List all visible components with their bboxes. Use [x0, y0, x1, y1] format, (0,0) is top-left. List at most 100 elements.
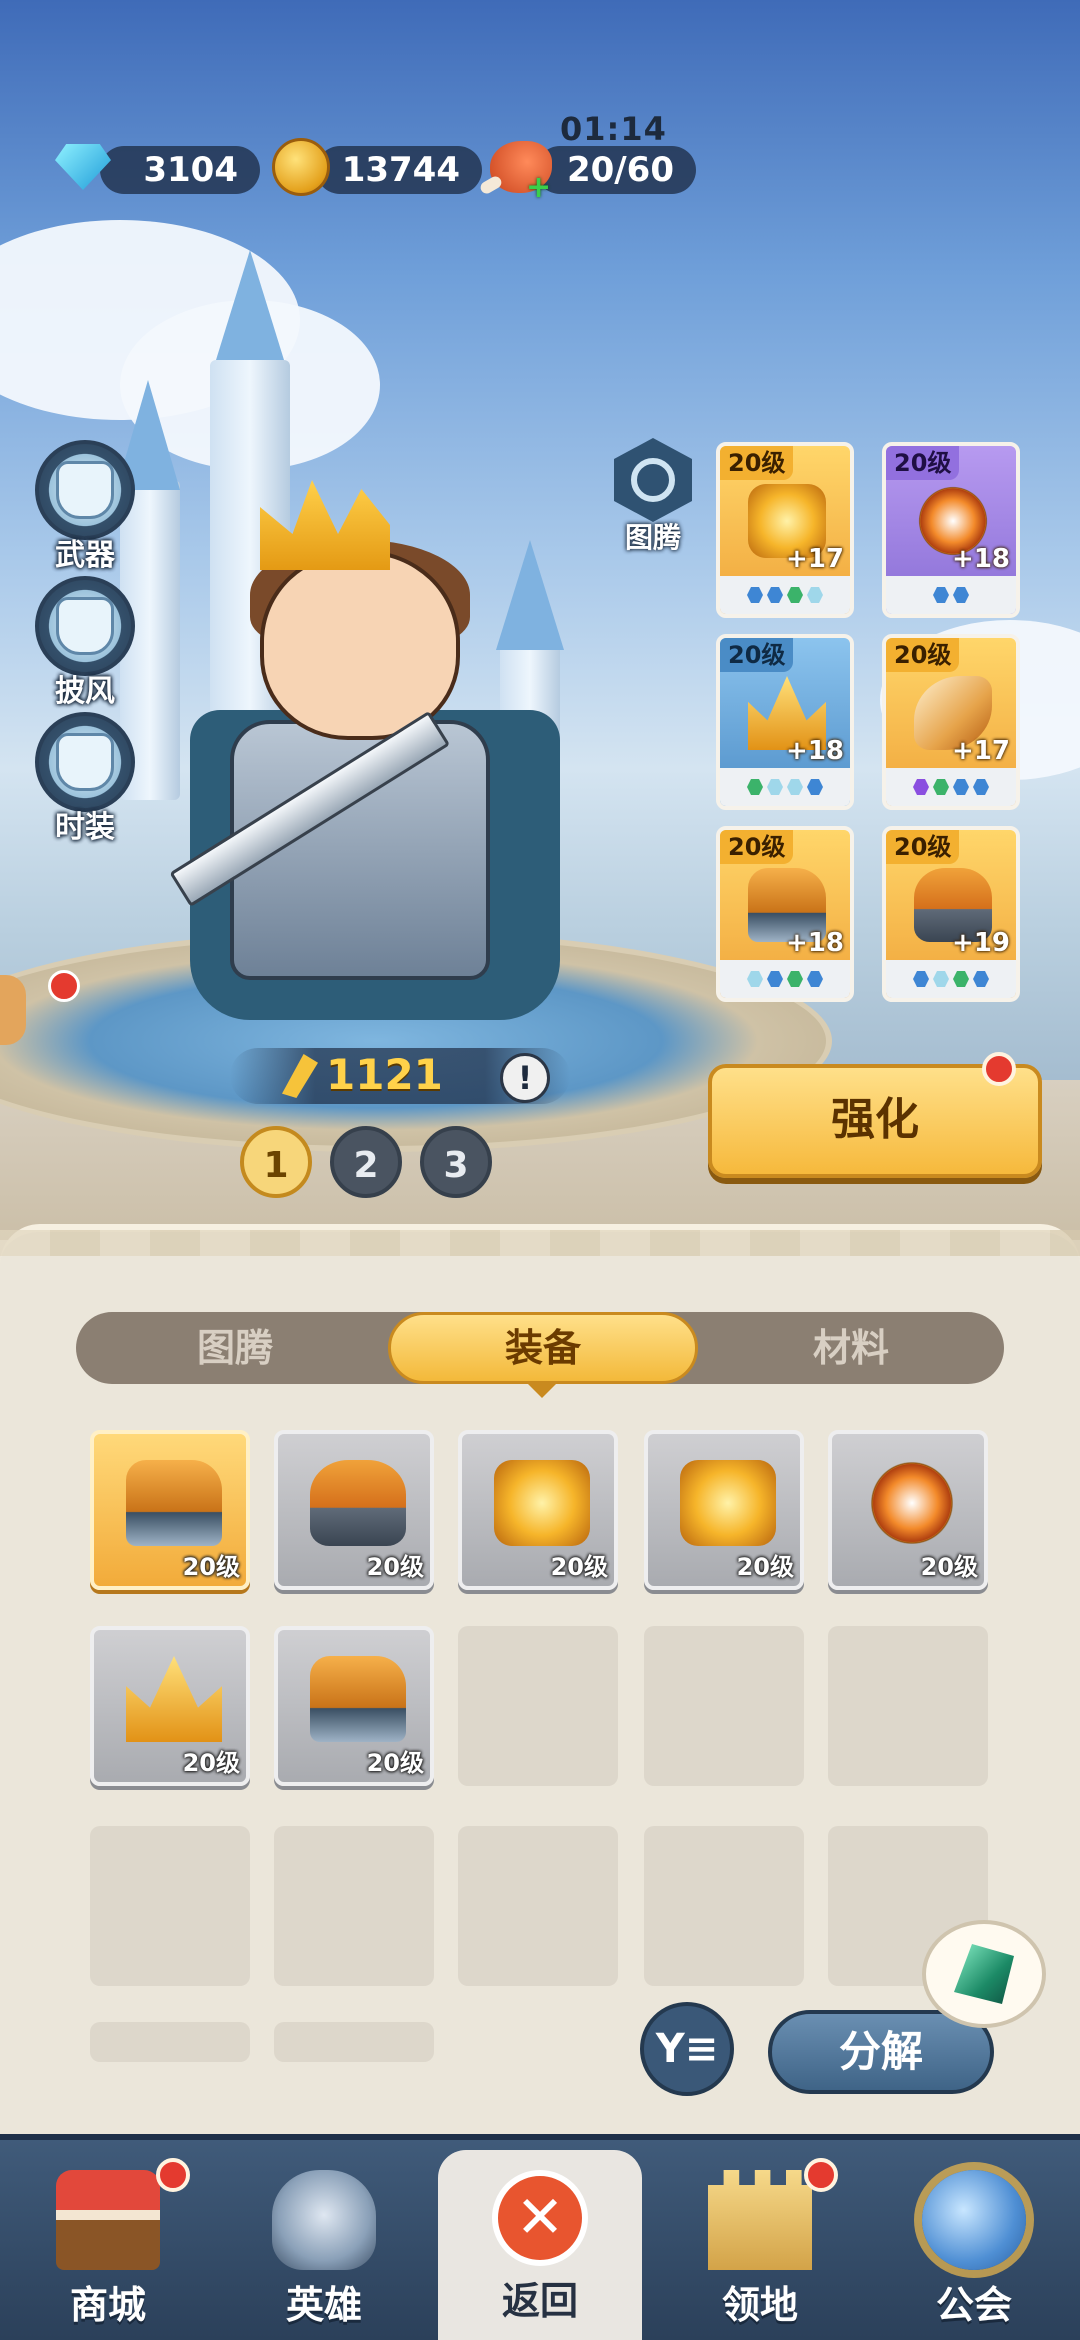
card-gem-slots [720, 768, 850, 806]
card-level: 20级 [886, 638, 960, 672]
gem-slot-icon [767, 971, 783, 987]
strengthen-badge [982, 1052, 1016, 1086]
side-weapon-button[interactable]: 武器 [30, 440, 140, 574]
inventory-empty-slot [644, 1626, 804, 1786]
combat-power-value: 1121 [326, 1050, 443, 1099]
item-level: 20级 [920, 1553, 978, 1581]
inventory-item[interactable]: 20级 [90, 1430, 250, 1590]
notification-dot [48, 970, 80, 1002]
boots-icon [310, 1656, 406, 1742]
gem-counter[interactable]: 3104 [100, 146, 260, 194]
gem-slot-icon [747, 779, 763, 795]
card-gem-slots [720, 576, 850, 614]
gem-slot-icon [953, 971, 969, 987]
stamina-counter[interactable]: 20/60 [536, 146, 696, 194]
gold-coin-icon [266, 132, 336, 202]
loadout-slot-2[interactable]: 2 [330, 1126, 402, 1198]
tab-materials[interactable]: 材料 [696, 1312, 1006, 1384]
card-enhance-level: +18 [786, 928, 844, 958]
card-level: 20级 [720, 638, 794, 672]
gem-amount: 3104 [143, 150, 238, 190]
nav-guild[interactable]: 公会 [866, 2150, 1080, 2340]
gem-slot-icon [787, 971, 803, 987]
card-enhance-level: +18 [952, 544, 1010, 574]
card-level: 20级 [886, 830, 960, 864]
boots-icon [126, 1460, 222, 1546]
weapon-icon [35, 440, 135, 540]
gem-slot-icon [807, 971, 823, 987]
card-gem-slots [886, 768, 1016, 806]
gem-slot-icon [747, 971, 763, 987]
combat-power-icon [282, 1054, 318, 1098]
equipped-card[interactable]: 20级 +18 [716, 634, 854, 810]
equipped-card[interactable]: 20级 +17 [716, 442, 854, 618]
inventory-item[interactable]: 20级 [828, 1430, 988, 1590]
nav-back[interactable]: ✕ 返回 [438, 2150, 642, 2340]
item-level: 20级 [182, 1749, 240, 1777]
nav-guild-label: 公会 [935, 2283, 1012, 2327]
nav-territory-label: 领地 [721, 2283, 798, 2327]
gold-counter[interactable]: 13744 [316, 146, 482, 194]
inventory-item[interactable]: 20级 [458, 1430, 618, 1590]
card-gem-slots [886, 576, 1016, 614]
card-enhance-level: +19 [952, 928, 1010, 958]
gem-slot-icon [913, 779, 929, 795]
loadout-slot-3[interactable]: 3 [420, 1126, 492, 1198]
inventory-item[interactable]: 20级 [274, 1626, 434, 1786]
power-info-button[interactable]: ! [500, 1053, 550, 1103]
totem-button[interactable]: 图腾 [608, 438, 698, 556]
inventory-item[interactable]: 20级 [90, 1626, 250, 1786]
side-cape-button[interactable]: 披风 [30, 576, 140, 710]
inventory-item[interactable]: 20级 [644, 1430, 804, 1590]
card-level: 20级 [720, 830, 794, 864]
crystal-icon [954, 1944, 1014, 2004]
item-level: 20级 [550, 1553, 608, 1581]
nav-hero[interactable]: 英雄 [216, 2150, 432, 2340]
outfit-icon [35, 712, 135, 812]
filter-button[interactable]: Y≡ [640, 2002, 734, 2096]
loadout-slot-1[interactable]: 1 [240, 1126, 312, 1198]
close-icon: ✕ [492, 2170, 588, 2266]
gem-icon [48, 132, 118, 202]
side-weapon-label: 武器 [55, 538, 115, 573]
item-level: 20级 [736, 1553, 794, 1581]
gem-slot-icon [787, 587, 803, 603]
crystal-bubble[interactable] [922, 1920, 1046, 2028]
gem-slot-icon [973, 779, 989, 795]
gem-slot-icon [973, 971, 989, 987]
card-enhance-level: +18 [786, 736, 844, 766]
tab-equipment[interactable]: 装备 [388, 1312, 698, 1384]
gem-slot-icon [953, 779, 969, 795]
inventory-empty-slot [274, 1826, 434, 1986]
item-level: 20级 [366, 1553, 424, 1581]
gem-slot-icon [807, 779, 823, 795]
inventory-empty-slot [458, 1626, 618, 1786]
card-gem-slots [720, 960, 850, 998]
gem-slot-icon [747, 587, 763, 603]
card-enhance-level: +17 [786, 544, 844, 574]
castle-spire [216, 250, 284, 360]
gem-slot-icon [767, 779, 783, 795]
equipped-card[interactable]: 20级 +18 [882, 442, 1020, 618]
equipped-card[interactable]: 20级 +17 [882, 634, 1020, 810]
inventory-empty-slot [90, 2022, 250, 2062]
card-level: 20级 [720, 446, 794, 480]
gem-slot-icon [767, 587, 783, 603]
equipped-card[interactable]: 20级 +19 [882, 826, 1020, 1002]
amulet-icon [680, 1460, 776, 1546]
side-outfit-button[interactable]: 时装 [30, 712, 140, 846]
equipped-card[interactable]: 20级 +18 [716, 826, 854, 1002]
inventory-item[interactable]: 20级 [274, 1430, 434, 1590]
stamina-meat-icon[interactable]: + [486, 132, 556, 205]
gem-slot-icon [953, 587, 969, 603]
inventory-empty-slot [458, 1826, 618, 1986]
totem-label: 图腾 [624, 521, 681, 554]
side-outfit-label: 时装 [55, 810, 115, 845]
armor-icon [310, 1460, 406, 1546]
shop-icon [56, 2170, 160, 2270]
hero-character[interactable] [169, 480, 610, 1080]
offscreen-hero-peek[interactable] [0, 975, 26, 1045]
panel-trim [0, 1230, 1080, 1256]
tab-totem[interactable]: 图腾 [80, 1312, 390, 1384]
nav-shop-badge [156, 2158, 190, 2192]
